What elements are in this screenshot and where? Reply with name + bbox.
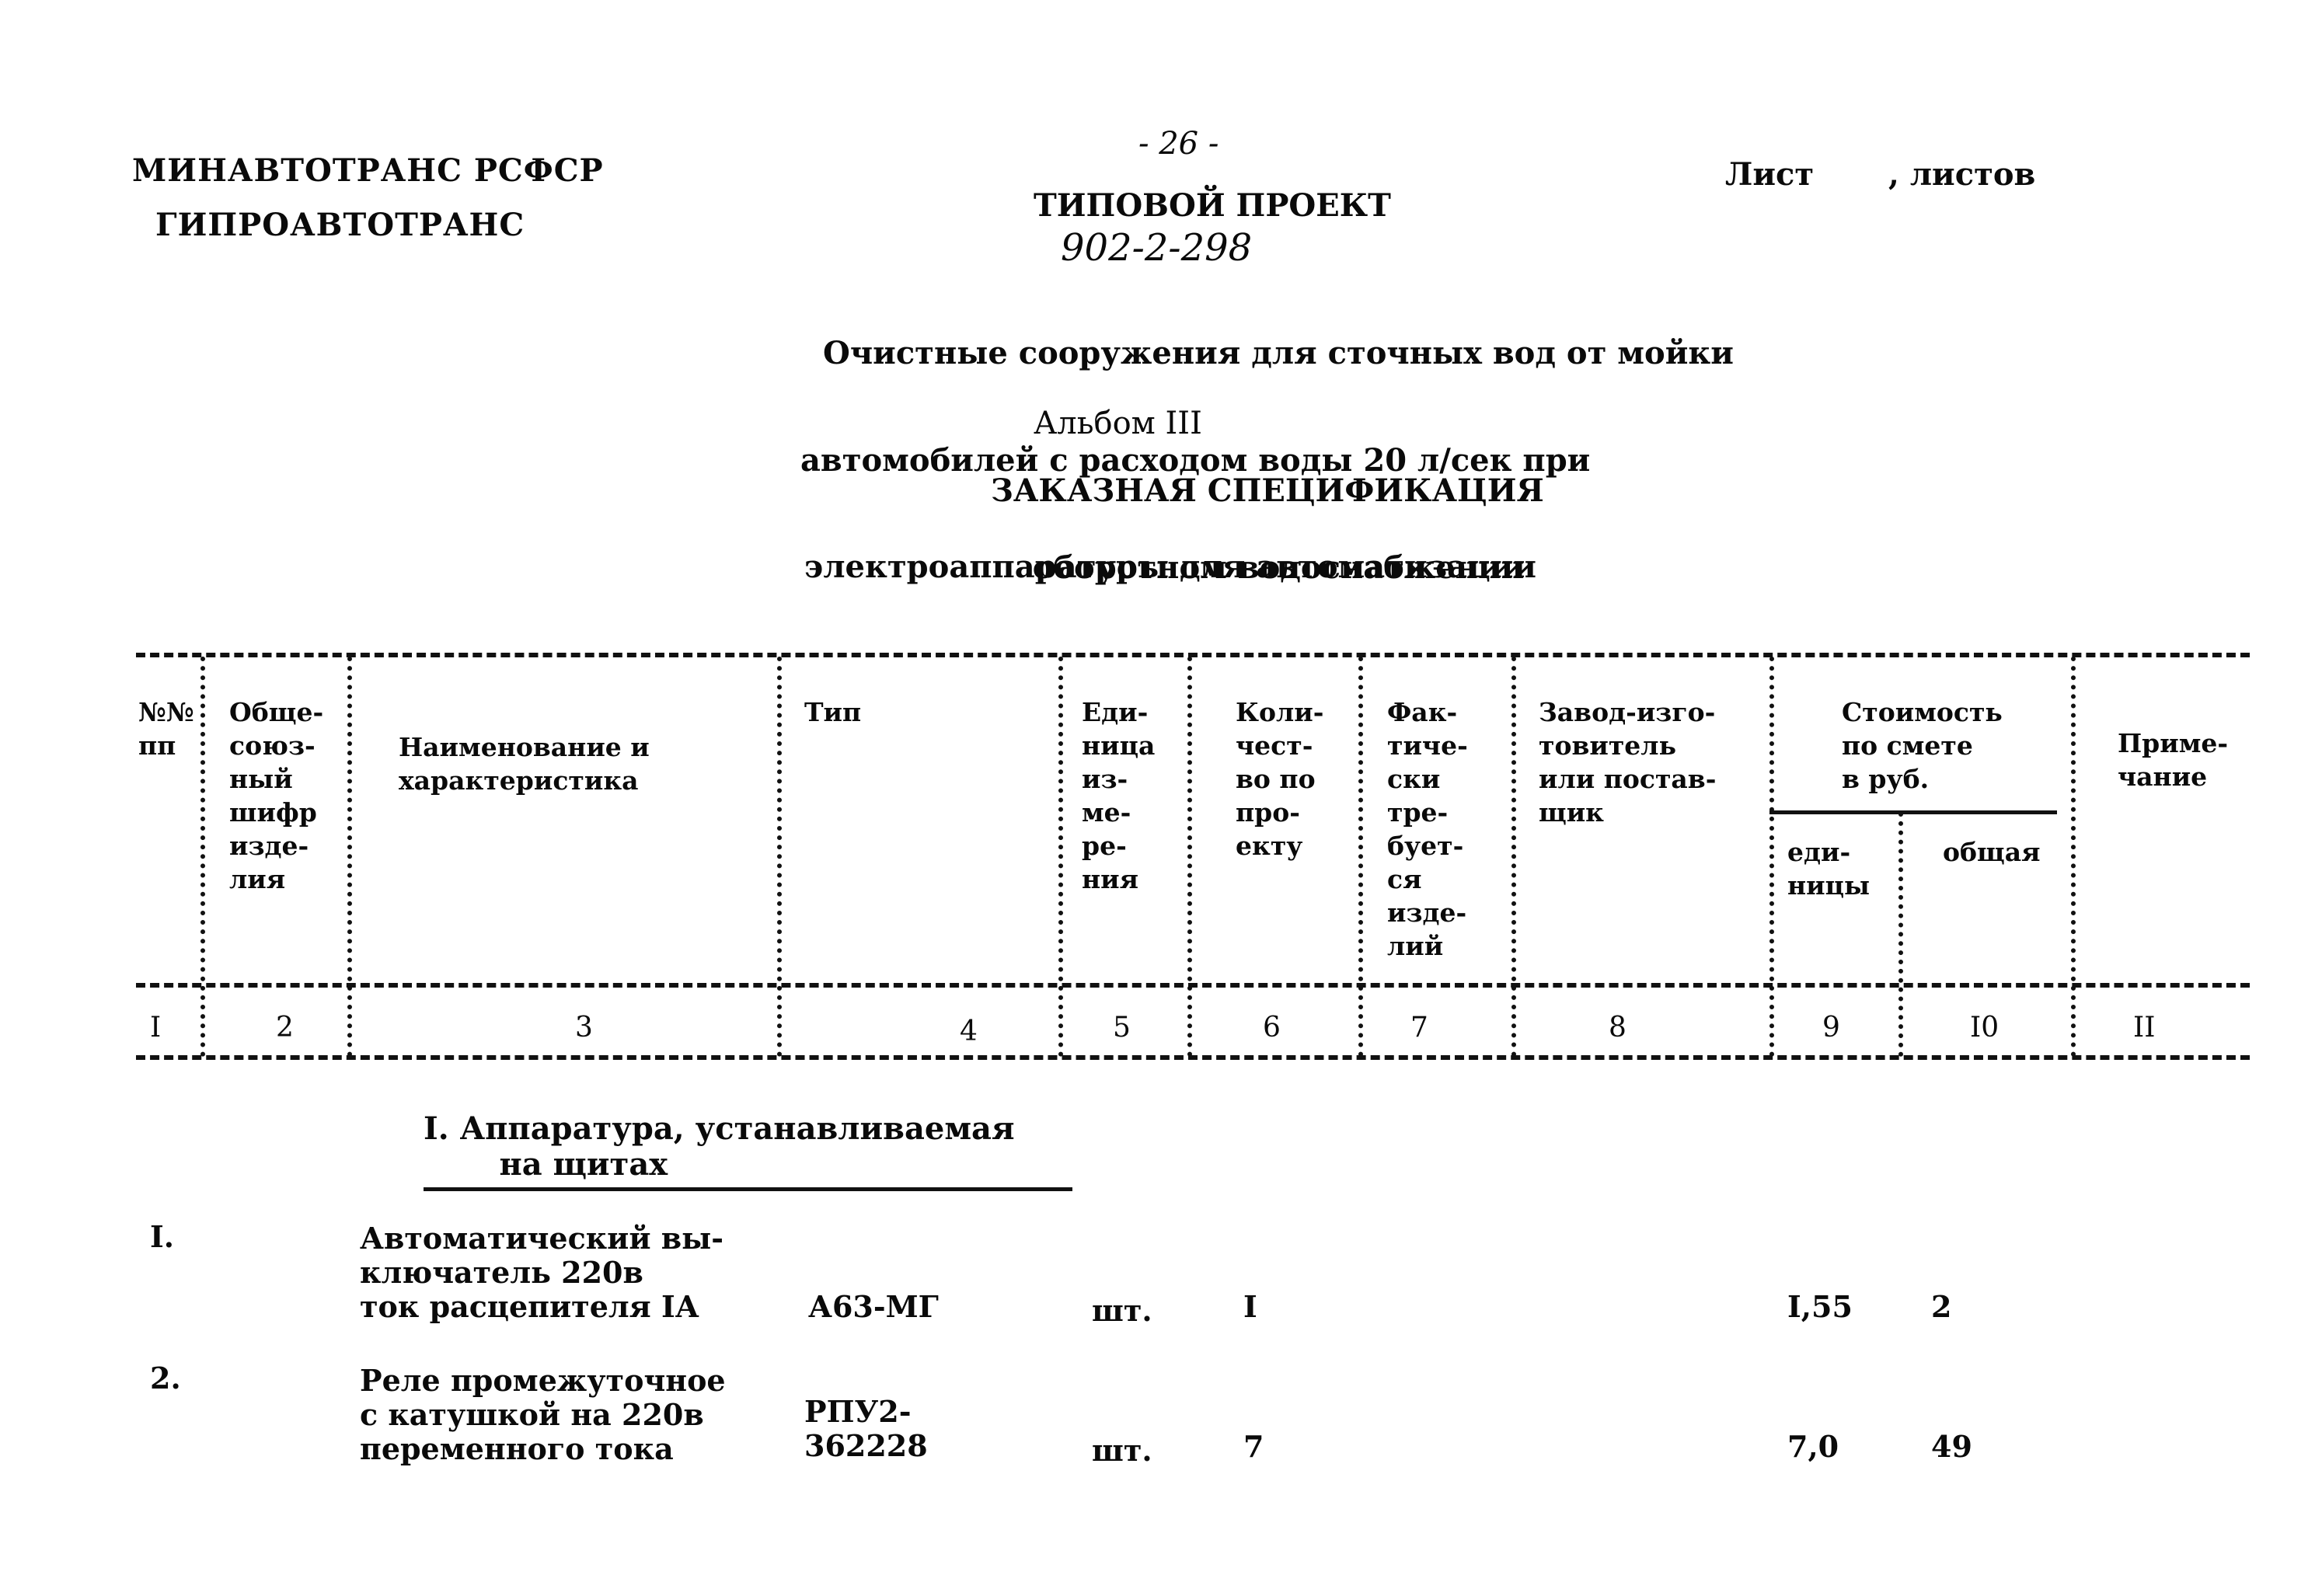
row-type: А63-МГ (808, 1289, 939, 1324)
column-number: I (150, 1012, 162, 1044)
project-number: 902-2-298 (1061, 226, 1253, 270)
column-number: 5 (1113, 1012, 1131, 1044)
section-title: I. Аппаратура, устанавливаемая на щитах (424, 1110, 1015, 1183)
column-number: 4 (960, 1016, 978, 1047)
column-header-manufacturer: Завод-изго- товитель или постав- щик (1539, 697, 1717, 828)
column-header-qty: Коли- чест- во по про- екту (1236, 697, 1324, 861)
column-header-no: №№ пп (138, 697, 194, 761)
column-number: I0 (1970, 1012, 2000, 1044)
page-number: - 26 - (1138, 126, 1219, 162)
organization-institute: ГИПРОАВТОТРАНС (155, 207, 525, 243)
column-divider (1898, 812, 1903, 1057)
table-top-border (136, 653, 2250, 657)
row-index: I. (150, 1219, 175, 1254)
album-label: Альбом III (1034, 406, 1202, 441)
column-divider (1358, 657, 1363, 1057)
row-name: Автоматический вы- ключатель 220в ток ра… (360, 1221, 724, 1324)
column-header-cost-group: Стоимость по смете в руб. (1842, 697, 2003, 794)
column-divider (1187, 657, 1192, 1057)
row-unit: шт. (1092, 1293, 1152, 1328)
organization-ministry: МИНАВТОТРАНС РСФСР (132, 152, 604, 189)
sheet-label: Лист (1725, 156, 1815, 193)
row-type: РПУ2- 362228 (804, 1394, 928, 1463)
column-divider (777, 657, 782, 1057)
column-header-name: Наименование и характеристика (399, 732, 650, 796)
row-name: Реле промежуточное с катушкой на 220в пе… (360, 1363, 726, 1466)
number-row-bottom-border (136, 1055, 2250, 1060)
document-title: ЗАКАЗНАЯ СПЕЦИФИКАЦИЯ (991, 472, 1544, 509)
column-header-unit-price: еди- ницы (1787, 837, 1870, 901)
sheets-count-label: , листов (1888, 156, 2036, 193)
column-divider (347, 657, 352, 1057)
column-number: 7 (1410, 1012, 1428, 1044)
column-header-notes: Приме- чание (2118, 728, 2229, 792)
section-title-underline (424, 1187, 1072, 1191)
column-number: 9 (1822, 1012, 1840, 1044)
column-divider (1769, 657, 1774, 1057)
row-qty: 7 (1243, 1429, 1264, 1464)
row-qty: I (1243, 1289, 1257, 1324)
column-number: 2 (276, 1012, 294, 1044)
row-total: 49 (1931, 1429, 1972, 1464)
column-divider (2071, 657, 2076, 1057)
column-number: 8 (1609, 1012, 1626, 1044)
column-number: 6 (1263, 1012, 1281, 1044)
row-index: 2. (150, 1361, 181, 1396)
column-number: 3 (575, 1012, 593, 1044)
column-divider (1511, 657, 1516, 1057)
row-total: 2 (1931, 1289, 1952, 1324)
header-bottom-border (136, 983, 2250, 988)
column-header-code: Обще- союз- ный шифр изде- лия (229, 697, 324, 894)
column-header-actual: Фак- тиче- ски тре- бует- ся изде- лий (1387, 697, 1468, 961)
row-unit: шт. (1092, 1433, 1152, 1468)
project-type: ТИПОВОЙ ПРОЕКТ (1034, 187, 1391, 224)
column-divider (200, 657, 205, 1057)
document-subtitle: электроаппаратуры для автоматизации (804, 549, 1536, 585)
column-number: II (2133, 1012, 2156, 1044)
cost-group-divider (1769, 810, 2057, 814)
column-header-unit: Еди- ница из- ме- ре- ния (1082, 697, 1156, 894)
column-header-total: общая (1943, 837, 2041, 867)
column-header-type: Тип (804, 697, 862, 727)
row-unit-price: I,55 (1787, 1289, 1853, 1324)
column-divider (1058, 657, 1063, 1057)
description-line: Очистные сооружения для сточных вод от м… (823, 335, 1734, 371)
row-unit-price: 7,0 (1787, 1429, 1839, 1464)
